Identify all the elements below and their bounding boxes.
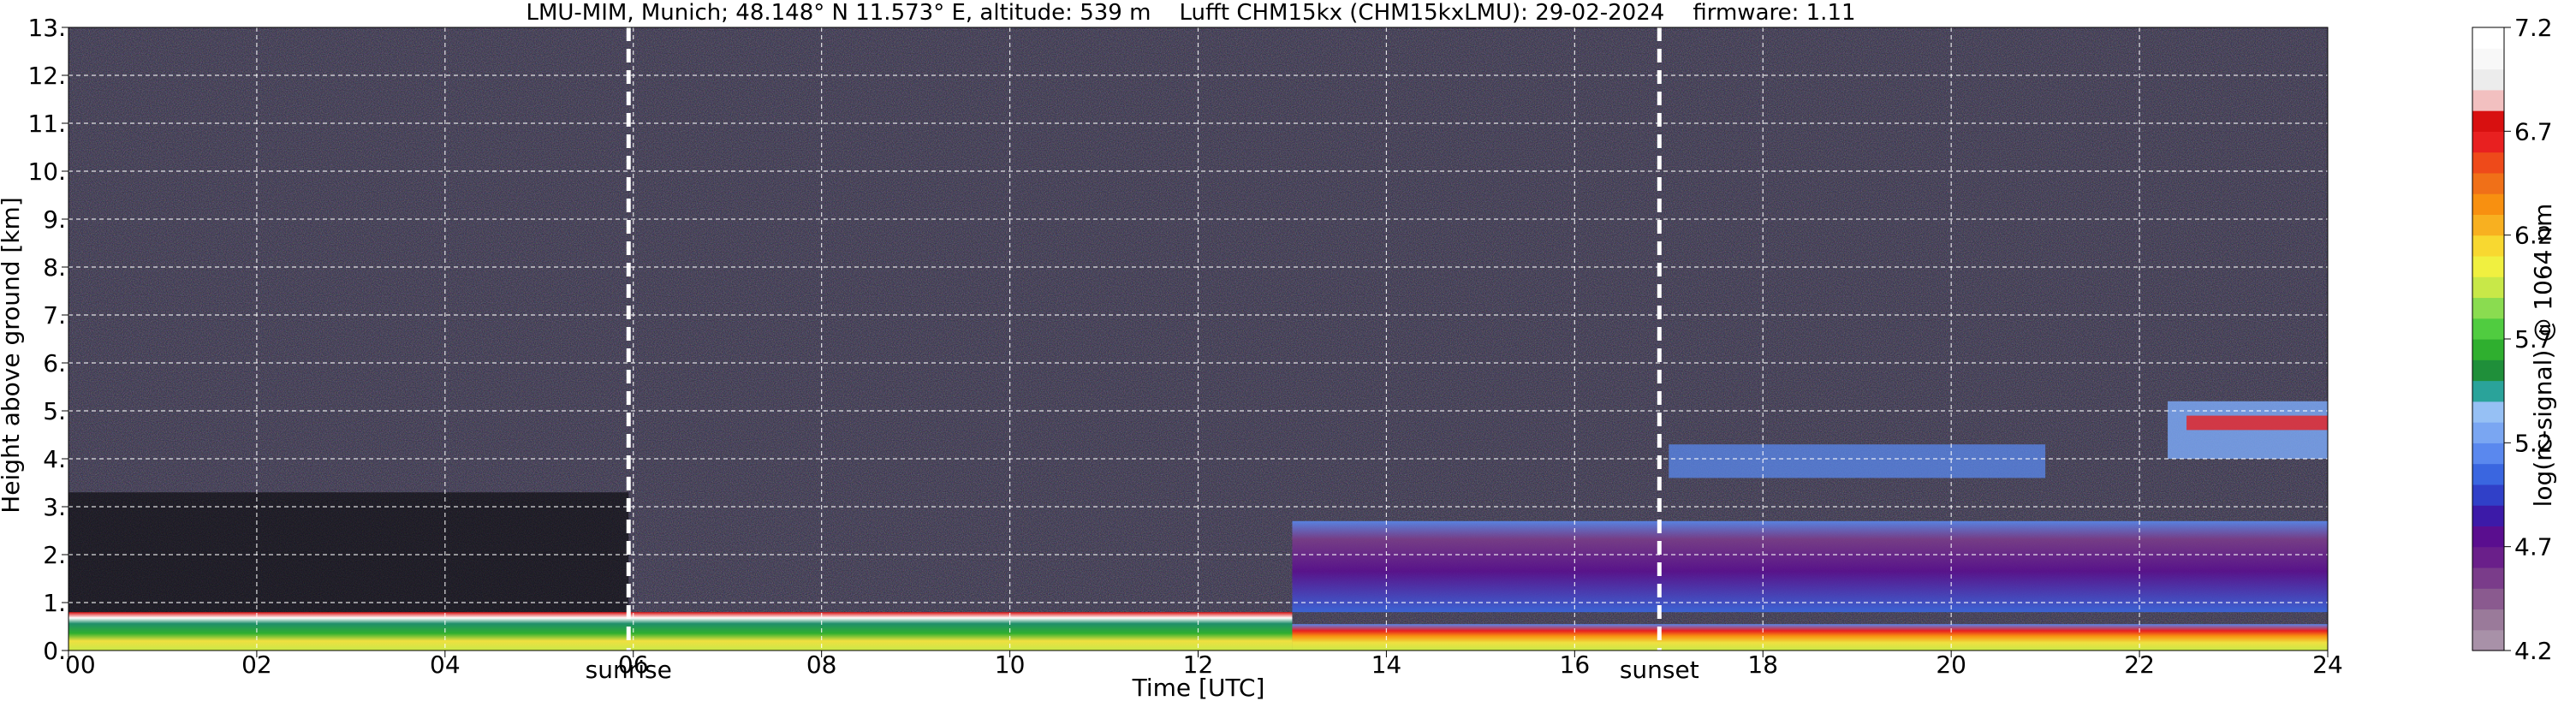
colorbar-swatch [2472,297,2504,319]
colorbar-swatches [2472,27,2504,651]
colorbar-tick-label: 7.2 [2514,14,2553,42]
x-tick-label: 02 [241,651,272,679]
colorbar-swatch [2472,131,2504,153]
cloud-top-edge [2186,415,2328,431]
plot-area [68,27,2329,651]
x-tick-label: 18 [1747,651,1778,679]
colorbar-swatch [2472,339,2504,360]
colorbar-tick-label: 4.7 [2514,533,2553,561]
y-tick-label: 8. [43,253,66,282]
y-tick-label: 7. [43,301,66,330]
y-tick-label: 12. [27,62,66,90]
colorbar-swatch [2472,89,2504,111]
y-tick-label: 13. [27,14,66,42]
colorbar-tick-label: 6.7 [2514,117,2553,146]
lidar-chart: sunrise sunset00 02 04 06 08 10 12 14 16 18 20 22 24 … [0,0,2557,702]
colorbar-swatch [2472,629,2504,651]
aerosol-layer [1292,520,2328,613]
y-tick-label: 0. [43,637,66,665]
x-axis-label: Time [UTC] [1132,674,1265,702]
y-tick-label: 6. [43,349,66,377]
y-tick-label: 1. [43,589,66,617]
colorbar-swatch [2472,214,2504,236]
colorbar-label: log(rc-signal) @ 1064 nm [2529,204,2557,508]
colorbar-swatch [2472,505,2504,526]
x-tick-label: 00 [65,651,96,679]
colorbar-swatch [2472,172,2504,194]
colorbar-swatch [2472,526,2504,548]
elevated-cloud-layer [1669,444,2046,478]
y-tick-label: 3. [43,493,66,521]
colorbar-swatch [2472,235,2504,257]
colorbar-tick-label: 4.2 [2514,637,2553,665]
y-axis: 0. 1. 2. 3. 4. 5. 6. 7. 8. 9. 10. 11. 12. 13. [27,14,68,665]
x-tick-label: 04 [430,651,461,679]
colorbar-swatch [2472,193,2504,215]
colorbar-swatch [2472,380,2504,402]
colorbar-swatch [2472,546,2504,568]
y-tick-label: 9. [43,205,66,234]
boundary-layer-morning [68,612,1293,651]
colorbar-swatch [2472,484,2504,506]
x-tick-label: 10 [995,651,1026,679]
y-tick-label: 4. [43,445,66,473]
colorbar-swatch [2472,27,2504,49]
sun-marker-label: sunset [1620,656,1699,684]
colorbar-swatch [2472,255,2504,277]
colorbar-swatch [2472,359,2504,382]
colorbar-swatch [2472,609,2504,631]
colorbar-swatch [2472,318,2504,340]
y-tick-label: 11. [27,110,66,138]
colorbar-swatch [2472,443,2504,465]
colorbar-swatch [2472,422,2504,443]
x-tick-label: 14 [1371,651,1402,679]
y-tick-label: 5. [43,397,66,425]
colorbar: 4.24.75.25.76.26.77.2 log(rc-signal) @ 1… [2472,14,2557,665]
colorbar-swatch [2472,401,2504,423]
colorbar-swatch [2472,567,2504,589]
colorbar-swatch [2472,152,2504,174]
x-tick-label: 06 [618,651,649,679]
colorbar-swatch [2472,68,2504,91]
x-tick-label: 20 [1936,651,1966,679]
x-tick-label: 08 [806,651,837,679]
y-axis-label: Height above ground [km] [0,197,25,514]
colorbar-swatch [2472,588,2504,610]
colorbar-swatch [2472,48,2504,70]
colorbar-swatch [2472,463,2504,485]
x-tick-label: 24 [2312,651,2343,679]
colorbar-swatch [2472,276,2504,299]
y-tick-label: 10. [27,157,66,186]
x-tick-label: 16 [1560,651,1591,679]
colorbar-swatch [2472,110,2504,132]
chart-title: LMU-MIM, Munich; 48.148° N 11.573° E, al… [526,0,1855,26]
boundary-layer-afternoon [1292,624,2328,651]
y-tick-label: 2. [43,541,66,569]
x-tick-label: 22 [2124,651,2155,679]
